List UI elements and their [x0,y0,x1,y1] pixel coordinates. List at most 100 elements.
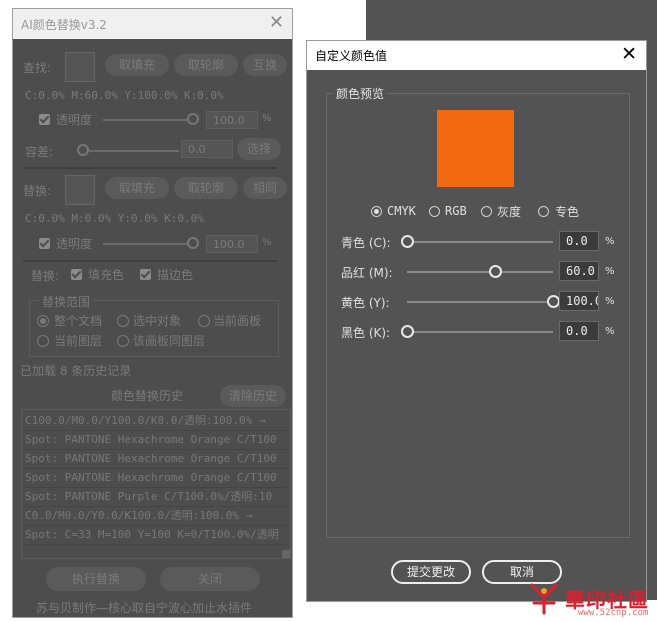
footer-credit: 苏与贝制作—核心取自宁波心加止水插件 [36,601,253,615]
select-button[interactable]: 选择 [237,138,281,160]
window-title: AI颜色替换v3.2 [21,18,107,32]
replace-opacity-field[interactable]: 100.0 [206,235,258,253]
execute-replace-button[interactable]: 执行替换 [46,567,146,591]
replace-color-values: C:0.0% M:0.0% Y:0.0% K:0.0% [25,212,204,225]
find-opacity-checkbox[interactable] [39,114,50,125]
channel-slider-track[interactable] [407,301,553,303]
replace-opacity-track[interactable] [103,243,193,245]
channel-label: 黄色 (Y): [341,296,390,310]
channel-value-field[interactable]: 0.0 [559,231,599,251]
find-opacity-field[interactable]: 100.0 [206,111,258,129]
find-color-values: C:0.0% M:60.0% Y:100.0% K:0.0% [25,89,224,102]
percent-sign: % [605,296,615,307]
watermark-url: www.52cnp.com [578,608,649,618]
close-icon[interactable]: ✕ [621,43,637,65]
channel-slider-knob[interactable] [488,265,502,278]
mode-label: CMYK [387,204,416,218]
mode-radio-spot[interactable] [538,206,549,217]
mode-label: RGB [445,204,467,218]
replace-color-swatch[interactable] [65,175,95,205]
history-loaded-text: 已加载 8 条历史记录 [20,364,132,378]
dialog-title: 自定义颜色值 [315,49,388,63]
history-title: 颜色替换历史 [111,389,184,403]
find-fill-button[interactable]: 取填充 [105,54,169,76]
mode-radio-rgb[interactable] [429,206,440,217]
submit-changes-button[interactable]: 提交更改 [391,560,471,584]
stroke-color-checkbox[interactable] [140,269,151,280]
scope-option-label: 选中对象 [133,314,182,328]
tolerance-field[interactable]: 0.0 [181,140,233,158]
mode-radio-cmyk[interactable] [371,206,382,217]
percent-sign: % [605,266,615,277]
scope-option-layer[interactable] [37,335,49,347]
channel-slider-knob[interactable] [401,325,414,338]
tolerance-knob[interactable] [77,144,89,156]
color-preview-swatch [437,110,514,187]
channel-slider-track[interactable] [407,241,553,243]
find-stroke-button[interactable]: 取轮廓 [174,54,238,76]
history-item[interactable]: Spot: C=33 M=100 Y=100 K=0/T100.0%/透明 [22,526,288,545]
replace-label: 替换: [23,184,52,198]
replace-options-label: 替换: [31,269,60,283]
percent-sign: % [605,236,615,247]
find-label: 查找: [23,61,52,75]
channel-label: 黑色 (K): [341,326,391,340]
replace-opacity-percent: % [262,237,272,248]
scope-option-label: 整个文档 [54,314,103,328]
replace-opacity-checkbox[interactable] [39,238,50,249]
find-opacity-percent: % [262,113,272,124]
close-button[interactable]: 关闭 [160,567,260,591]
replace-stroke-button[interactable]: 取轮廓 [174,177,238,199]
mode-label: 专色 [555,205,580,219]
history-item[interactable]: Spot: PANTONE Hexachrome Orange C/T100 [22,450,288,469]
custom-color-dialog: 自定义颜色值 ✕ 颜色预览 CMYK RGB 灰度 专色 青色 (C): 0.0… [306,40,647,602]
channel-slider-track[interactable] [407,331,553,333]
find-opacity-track[interactable] [103,119,193,121]
channel-label: 品红 (M): [341,266,393,280]
fill-color-label: 填充色 [88,268,125,282]
tolerance-track[interactable] [89,150,179,152]
stroke-color-label: 描边色 [157,268,194,282]
scope-option-label: 当前画板 [213,314,262,328]
percent-sign: % [605,326,615,337]
fill-color-checkbox[interactable] [71,269,82,280]
scope-option-artboard-layer[interactable] [117,335,129,347]
title-bar: AI颜色替换v3.2 ✕ [13,9,292,39]
channel-slider-track[interactable] [407,271,553,273]
swap-button[interactable]: 互换 [243,54,287,76]
replace-fill-button[interactable]: 取填充 [105,177,169,199]
color-replace-window: AI颜色替换v3.2 ✕ 查找: 取填充 取轮廓 互换 C:0.0% M:60.… [12,8,293,618]
channel-value-field[interactable]: 100.0 [559,291,599,311]
clear-history-button[interactable]: 清除历史 [220,385,286,407]
replace-opacity-knob[interactable] [187,237,199,249]
scope-option-document[interactable] [37,315,49,327]
history-item[interactable]: C0.0/M0.0/Y0.0/K100.0/透明:100.0% → [22,507,288,526]
title-bar: 自定义颜色值 ✕ [307,41,646,70]
history-item[interactable]: Spot: PANTONE Purple C/T100.0%/透明:10 [22,488,288,507]
divider [23,260,277,262]
scope-label: 替换范围 [39,293,94,310]
scope-option-artboard[interactable] [198,315,210,327]
channel-slider-knob[interactable] [401,235,414,248]
find-opacity-label: 透明度 [56,113,93,127]
channel-label: 青色 (C): [341,236,391,250]
preview-label: 颜色预览 [333,85,388,102]
divider [23,167,277,169]
history-item[interactable]: Spot: PANTONE Hexachrome Orange C/T100 [22,431,288,450]
resize-grip[interactable] [282,550,290,558]
mode-radio-grayscale[interactable] [481,206,492,217]
scope-option-selection[interactable] [117,315,129,327]
channel-value-field[interactable]: 0.0 [559,321,599,341]
find-opacity-knob[interactable] [187,113,199,125]
watermark-logo-icon [530,583,558,615]
replace-opacity-label: 透明度 [56,237,93,251]
history-item[interactable]: C100.0/M0.0/Y100.0/K0.0/透明:100.0% → [22,412,288,431]
find-color-swatch[interactable] [65,52,95,82]
scope-option-label: 当前图层 [54,334,103,348]
same-button[interactable]: 相同 [243,177,287,199]
close-icon[interactable]: ✕ [269,12,284,33]
history-list[interactable]: C100.0/M0.0/Y100.0/K0.0/透明:100.0% → Spot… [21,409,291,559]
history-item[interactable]: Spot: PANTONE Hexachrome Orange C/T100 [22,469,288,488]
mode-label: 灰度 [497,205,522,219]
channel-value-field[interactable]: 60.0 [559,261,599,281]
